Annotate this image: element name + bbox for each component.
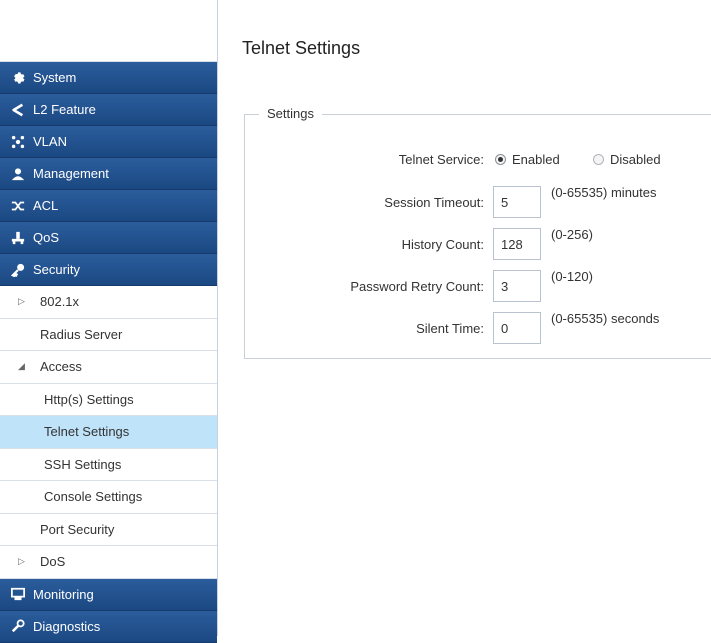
nav-monitoring[interactable]: Monitoring bbox=[0, 578, 217, 611]
sidebar-item-label: DoS bbox=[40, 554, 66, 570]
nav-acl-label: ACL bbox=[33, 198, 59, 213]
password-retry-input[interactable] bbox=[493, 270, 541, 302]
nav-system[interactable]: System bbox=[0, 62, 217, 94]
nav-management[interactable]: Management bbox=[0, 158, 217, 190]
settings-legend: Settings bbox=[259, 106, 322, 121]
nav-management-label: Management bbox=[33, 166, 109, 181]
sidebar-item-port-security[interactable]: Port Security bbox=[0, 513, 217, 546]
settings-fieldset: Settings Telnet Service: Enabled Disable… bbox=[244, 106, 711, 359]
sidebar-item-label: Radius Server bbox=[40, 326, 123, 342]
network-icon bbox=[10, 134, 26, 150]
telnet-service-label: Telnet Service: bbox=[398, 151, 484, 167]
sidebar-item-label: Port Security bbox=[40, 521, 115, 537]
nav-vlan-label: VLAN bbox=[33, 134, 67, 149]
gear-icon bbox=[10, 70, 26, 86]
main-content: Telnet Settings Settings Telnet Service:… bbox=[218, 0, 711, 636]
session-timeout-row: Session Timeout: (0-65535) minutes bbox=[245, 185, 711, 219]
nav-qos-label: QoS bbox=[33, 230, 60, 245]
sidebar-item-radius-server[interactable]: Radius Server bbox=[0, 318, 217, 351]
nav-l2-feature-label: L2 Feature bbox=[33, 102, 96, 117]
shuffle-icon bbox=[10, 198, 26, 214]
nav-monitoring-label: Monitoring bbox=[33, 586, 94, 602]
sidebar-item-8021x[interactable]: ▷ 802.1x bbox=[0, 286, 217, 319]
monitor-icon bbox=[10, 586, 26, 602]
sidebar-item-label: Telnet Settings bbox=[44, 424, 130, 440]
nav-system-label: System bbox=[33, 70, 77, 85]
nav-l2-feature[interactable]: L2 Feature bbox=[0, 94, 217, 126]
password-retry-row: Password Retry Count: (0-120) bbox=[245, 269, 711, 303]
user-icon bbox=[10, 166, 26, 182]
nav-qos[interactable]: QoS bbox=[0, 222, 217, 254]
enabled-label: Enabled bbox=[512, 151, 560, 167]
silent-time-input[interactable] bbox=[493, 312, 541, 344]
session-timeout-label: Session Timeout: bbox=[384, 194, 484, 210]
sidebar-item-label: 802.1x bbox=[40, 294, 80, 310]
wrench-icon bbox=[10, 618, 26, 634]
page-title: Telnet Settings bbox=[242, 38, 361, 58]
nav-diagnostics[interactable]: Diagnostics bbox=[0, 610, 217, 643]
nav-security[interactable]: Security bbox=[0, 254, 217, 286]
collapse-arrow-icon: ◢ bbox=[18, 361, 25, 372]
sidebar-top-spacer bbox=[0, 0, 217, 62]
history-count-label: History Count: bbox=[401, 236, 484, 252]
telnet-service-row: Telnet Service: Enabled Disabled bbox=[245, 142, 711, 176]
sidebar-item-telnet-settings[interactable]: Telnet Settings bbox=[0, 416, 217, 449]
expand-arrow-icon: ▷ bbox=[18, 296, 25, 307]
sidebar-item-ssh-settings[interactable]: SSH Settings bbox=[0, 448, 217, 481]
nav-diagnostics-label: Diagnostics bbox=[33, 618, 101, 634]
silent-time-row: Silent Time: (0-65535) seconds bbox=[245, 311, 711, 345]
history-count-hint: (0-256) bbox=[551, 227, 593, 242]
expand-arrow-icon: ▷ bbox=[18, 556, 25, 567]
history-count-input[interactable] bbox=[493, 228, 541, 260]
telnet-enabled-radio-option[interactable]: Enabled bbox=[495, 152, 560, 167]
sidebar-item-label: Access bbox=[40, 359, 82, 375]
key-icon bbox=[10, 262, 26, 278]
telnet-disabled-radio[interactable] bbox=[593, 153, 604, 165]
share-icon bbox=[10, 102, 26, 118]
qos-icon bbox=[10, 230, 26, 246]
history-count-row: History Count: (0-256) bbox=[245, 227, 711, 261]
nav-vlan[interactable]: VLAN bbox=[0, 126, 217, 158]
sidebar-item-label: Console Settings bbox=[44, 489, 143, 505]
sidebar-item-console-settings[interactable]: Console Settings bbox=[0, 481, 217, 514]
sidebar-item-dos[interactable]: ▷ DoS bbox=[0, 546, 217, 579]
password-retry-hint: (0-120) bbox=[551, 269, 593, 284]
sidebar-item-label: Http(s) Settings bbox=[44, 391, 134, 407]
sidebar-item-label: SSH Settings bbox=[44, 456, 122, 472]
silent-time-label: Silent Time: bbox=[416, 320, 484, 336]
sidebar: System L2 Feature VLAN Management ACL Qo… bbox=[0, 0, 218, 643]
silent-time-hint: (0-65535) seconds bbox=[551, 311, 660, 326]
session-timeout-hint: (0-65535) minutes bbox=[551, 185, 657, 200]
session-timeout-input[interactable] bbox=[493, 186, 541, 218]
sidebar-item-https-settings[interactable]: Http(s) Settings bbox=[0, 383, 217, 416]
sidebar-item-access[interactable]: ◢ Access bbox=[0, 351, 217, 384]
password-retry-label: Password Retry Count: bbox=[350, 278, 484, 294]
telnet-enabled-radio[interactable] bbox=[495, 153, 506, 165]
nav-acl[interactable]: ACL bbox=[0, 190, 217, 222]
disabled-label: Disabled bbox=[610, 151, 661, 167]
telnet-disabled-radio-option[interactable]: Disabled bbox=[593, 152, 661, 167]
nav-security-label: Security bbox=[33, 262, 80, 277]
